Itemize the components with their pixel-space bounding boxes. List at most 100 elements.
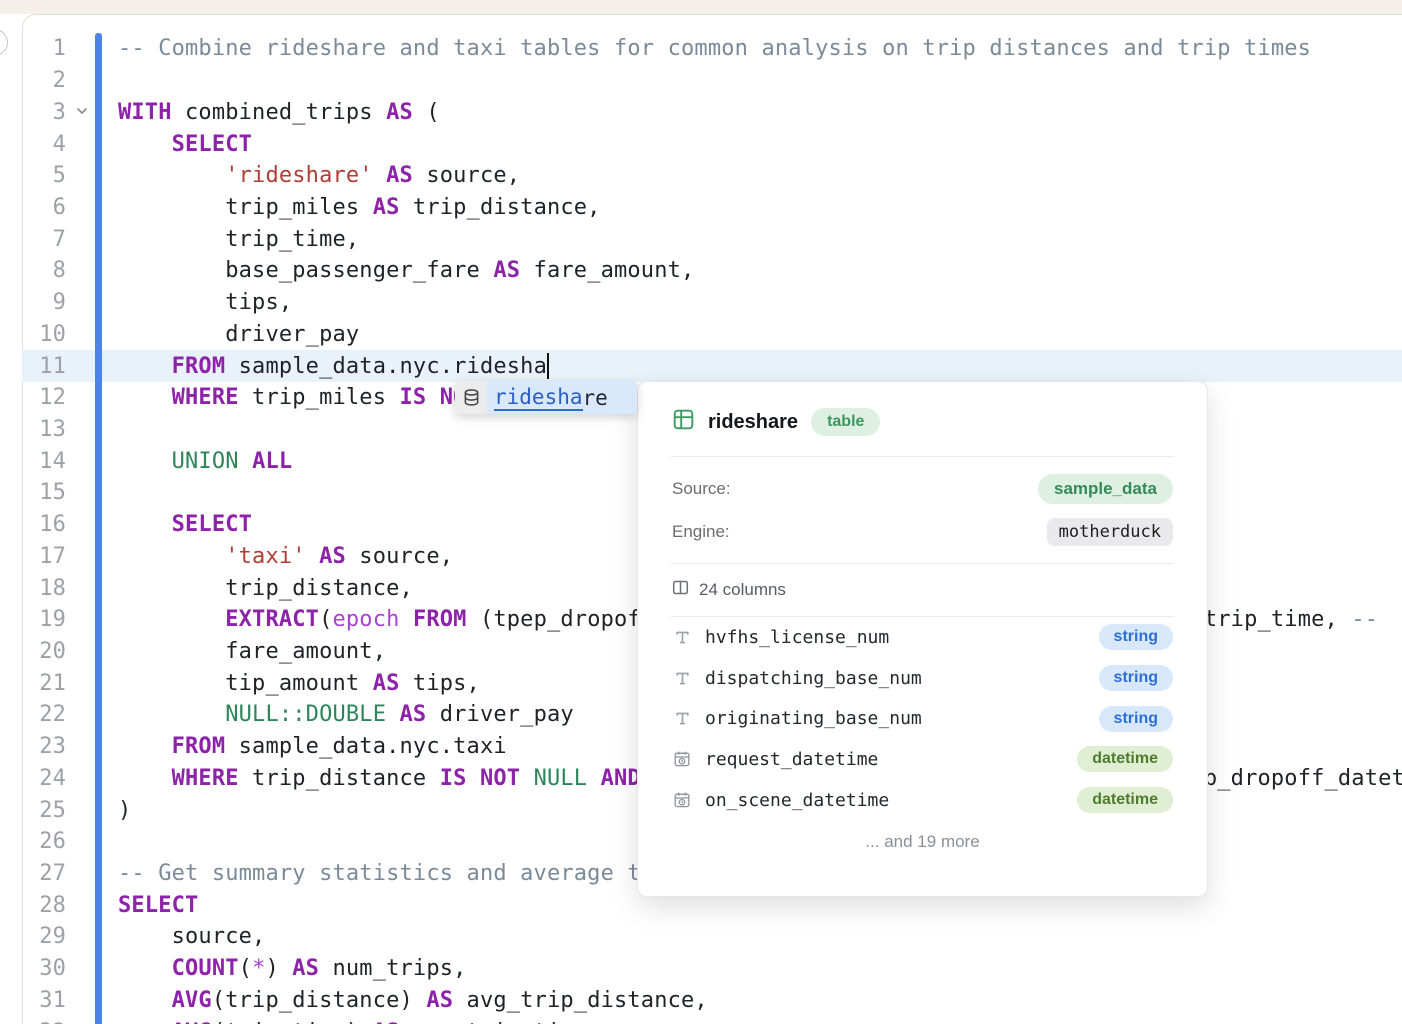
- code-text[interactable]: base_passenger_fare AS fare_amount,: [95, 258, 694, 283]
- field-label: Source:: [672, 479, 731, 499]
- code-line[interactable]: 11 FROM sample_data.nyc.ridesha: [22, 350, 1402, 382]
- line-number: 3: [22, 100, 66, 125]
- line-number: 2: [22, 68, 66, 93]
- line-number: 12: [22, 385, 66, 410]
- line-number: 1: [22, 36, 66, 61]
- column-row: originating_base_numstring: [638, 698, 1207, 739]
- code-text[interactable]: FROM sample_data.nyc.ridesha: [95, 354, 547, 379]
- code-line[interactable]: 6 trip_miles AS trip_distance,: [22, 192, 1402, 224]
- code-line[interactable]: 9 tips,: [22, 287, 1402, 319]
- line-number: 4: [22, 132, 66, 157]
- line-number: 18: [22, 576, 66, 601]
- popup-fields: Source: sample_data Engine:motherduck: [638, 457, 1207, 563]
- line-number: 24: [22, 766, 66, 791]
- popup-field-row: Engine:motherduck: [638, 510, 1207, 553]
- fold-chevron-icon[interactable]: [74, 103, 90, 124]
- columns-icon: [672, 579, 689, 601]
- column-name: hvfhs_license_num: [705, 627, 1099, 648]
- code-line[interactable]: 7 trip_time,: [22, 223, 1402, 255]
- line-number: 11: [22, 354, 66, 379]
- autocomplete-item-rideshare[interactable]: rideshare: [487, 381, 637, 414]
- line-number: 30: [22, 956, 66, 981]
- code-text[interactable]: 'rideshare' AS source,: [95, 163, 520, 188]
- line-number: 9: [22, 290, 66, 315]
- line-number: 7: [22, 227, 66, 252]
- calendar-clock-icon: [672, 791, 692, 809]
- code-text[interactable]: trip_distance,: [95, 576, 413, 601]
- line-number: 21: [22, 671, 66, 696]
- line-number: 17: [22, 544, 66, 569]
- line-number: 8: [22, 258, 66, 283]
- line-number: 27: [22, 861, 66, 886]
- line-number: 20: [22, 639, 66, 664]
- code-line[interactable]: 2: [22, 65, 1402, 97]
- code-text[interactable]: AVG(trip_distance) AS avg_trip_distance,: [95, 988, 708, 1013]
- column-row: hvfhs_license_numstring: [638, 617, 1207, 658]
- columns-count-label: 24 columns: [699, 580, 786, 600]
- text-type-icon: [672, 670, 692, 687]
- code-line[interactable]: 1 -- Combine rideshare and taxi tables fo…: [22, 33, 1402, 65]
- field-value-badge: sample_data: [1038, 474, 1173, 504]
- code-line[interactable]: 31 AVG(trip_distance) AS avg_trip_distan…: [22, 985, 1402, 1017]
- line-number: 25: [22, 798, 66, 823]
- code-text[interactable]: WITH combined_trips AS (: [95, 100, 440, 125]
- line-number: 6: [22, 195, 66, 220]
- code-line[interactable]: 4 SELECT: [22, 128, 1402, 160]
- code-text[interactable]: driver_pay: [95, 322, 359, 347]
- code-text[interactable]: tips,: [95, 290, 292, 315]
- database-icon: [455, 381, 487, 414]
- line-number: 13: [22, 417, 66, 442]
- code-text[interactable]: fare_amount,: [95, 639, 386, 664]
- line-number: 10: [22, 322, 66, 347]
- code-text[interactable]: FROM sample_data.nyc.taxi: [95, 734, 507, 759]
- code-line[interactable]: 3 WITH combined_trips AS (: [22, 96, 1402, 128]
- table-info-popup: rideshare table Source: sample_data Engine…: [637, 381, 1208, 897]
- column-row: request_datetimedatetime: [638, 739, 1207, 780]
- code-text[interactable]: UNION ALL: [95, 449, 292, 474]
- autocomplete-rest-text: re: [583, 386, 608, 410]
- column-row: on_scene_datetimedatetime: [638, 780, 1207, 821]
- line-number: 5: [22, 163, 66, 188]
- line-number: 29: [22, 924, 66, 949]
- code-text[interactable]: AVG(trip_time) AS avg_trip_time,: [95, 1020, 601, 1024]
- table-title: rideshare: [708, 411, 798, 434]
- cell-focus-bar: [95, 33, 102, 1024]
- code-text[interactable]: SELECT: [95, 893, 198, 918]
- code-text[interactable]: trip_miles AS trip_distance,: [95, 195, 601, 220]
- code-text[interactable]: tip_amount AS tips,: [95, 671, 480, 696]
- line-number: 28: [22, 893, 66, 918]
- column-name: request_datetime: [705, 749, 1077, 770]
- code-text[interactable]: SELECT: [95, 132, 252, 157]
- column-type-badge: string: [1099, 706, 1173, 732]
- autocomplete-popup: rideshare: [455, 381, 637, 414]
- text-cursor: [547, 353, 549, 379]
- code-text[interactable]: COUNT(*) AS num_trips,: [95, 956, 467, 981]
- column-type-badge: string: [1099, 665, 1173, 691]
- sql-editor-page: 1 -- Combine rideshare and taxi tables fo…: [0, 0, 1402, 1024]
- table-type-badge: table: [811, 408, 880, 436]
- code-line[interactable]: 8 base_passenger_fare AS fare_amount,: [22, 255, 1402, 287]
- popup-field-row: Source: sample_data: [638, 467, 1207, 510]
- code-line[interactable]: 29 source,: [22, 921, 1402, 953]
- column-type-badge: string: [1099, 624, 1173, 650]
- partial-round-button[interactable]: [0, 29, 8, 56]
- code-text[interactable]: NULL::DOUBLE AS driver_pay: [95, 702, 574, 727]
- code-text[interactable]: trip_time,: [95, 227, 359, 252]
- code-text[interactable]: SELECT: [95, 512, 252, 537]
- code-text[interactable]: source,: [95, 924, 265, 949]
- text-type-icon: [672, 629, 692, 646]
- field-label: Engine:: [672, 522, 730, 542]
- columns-count-row: 24 columns: [638, 564, 1207, 616]
- code-text[interactable]: -- Combine rideshare and taxi tables for…: [95, 36, 1311, 61]
- code-text[interactable]: 'taxi' AS source,: [95, 544, 453, 569]
- code-line[interactable]: 5 'rideshare' AS source,: [22, 160, 1402, 192]
- column-row: dispatching_base_numstring: [638, 658, 1207, 699]
- line-number: 14: [22, 449, 66, 474]
- code-line[interactable]: 32 AVG(trip_time) AS avg_trip_time,: [22, 1016, 1402, 1024]
- code-line[interactable]: 10 driver_pay: [22, 318, 1402, 350]
- column-name: dispatching_base_num: [705, 668, 1099, 689]
- page-background-strip: [0, 0, 1402, 14]
- code-line[interactable]: 30 COUNT(*) AS num_trips,: [22, 953, 1402, 985]
- calendar-clock-icon: [672, 750, 692, 768]
- line-number: 22: [22, 702, 66, 727]
